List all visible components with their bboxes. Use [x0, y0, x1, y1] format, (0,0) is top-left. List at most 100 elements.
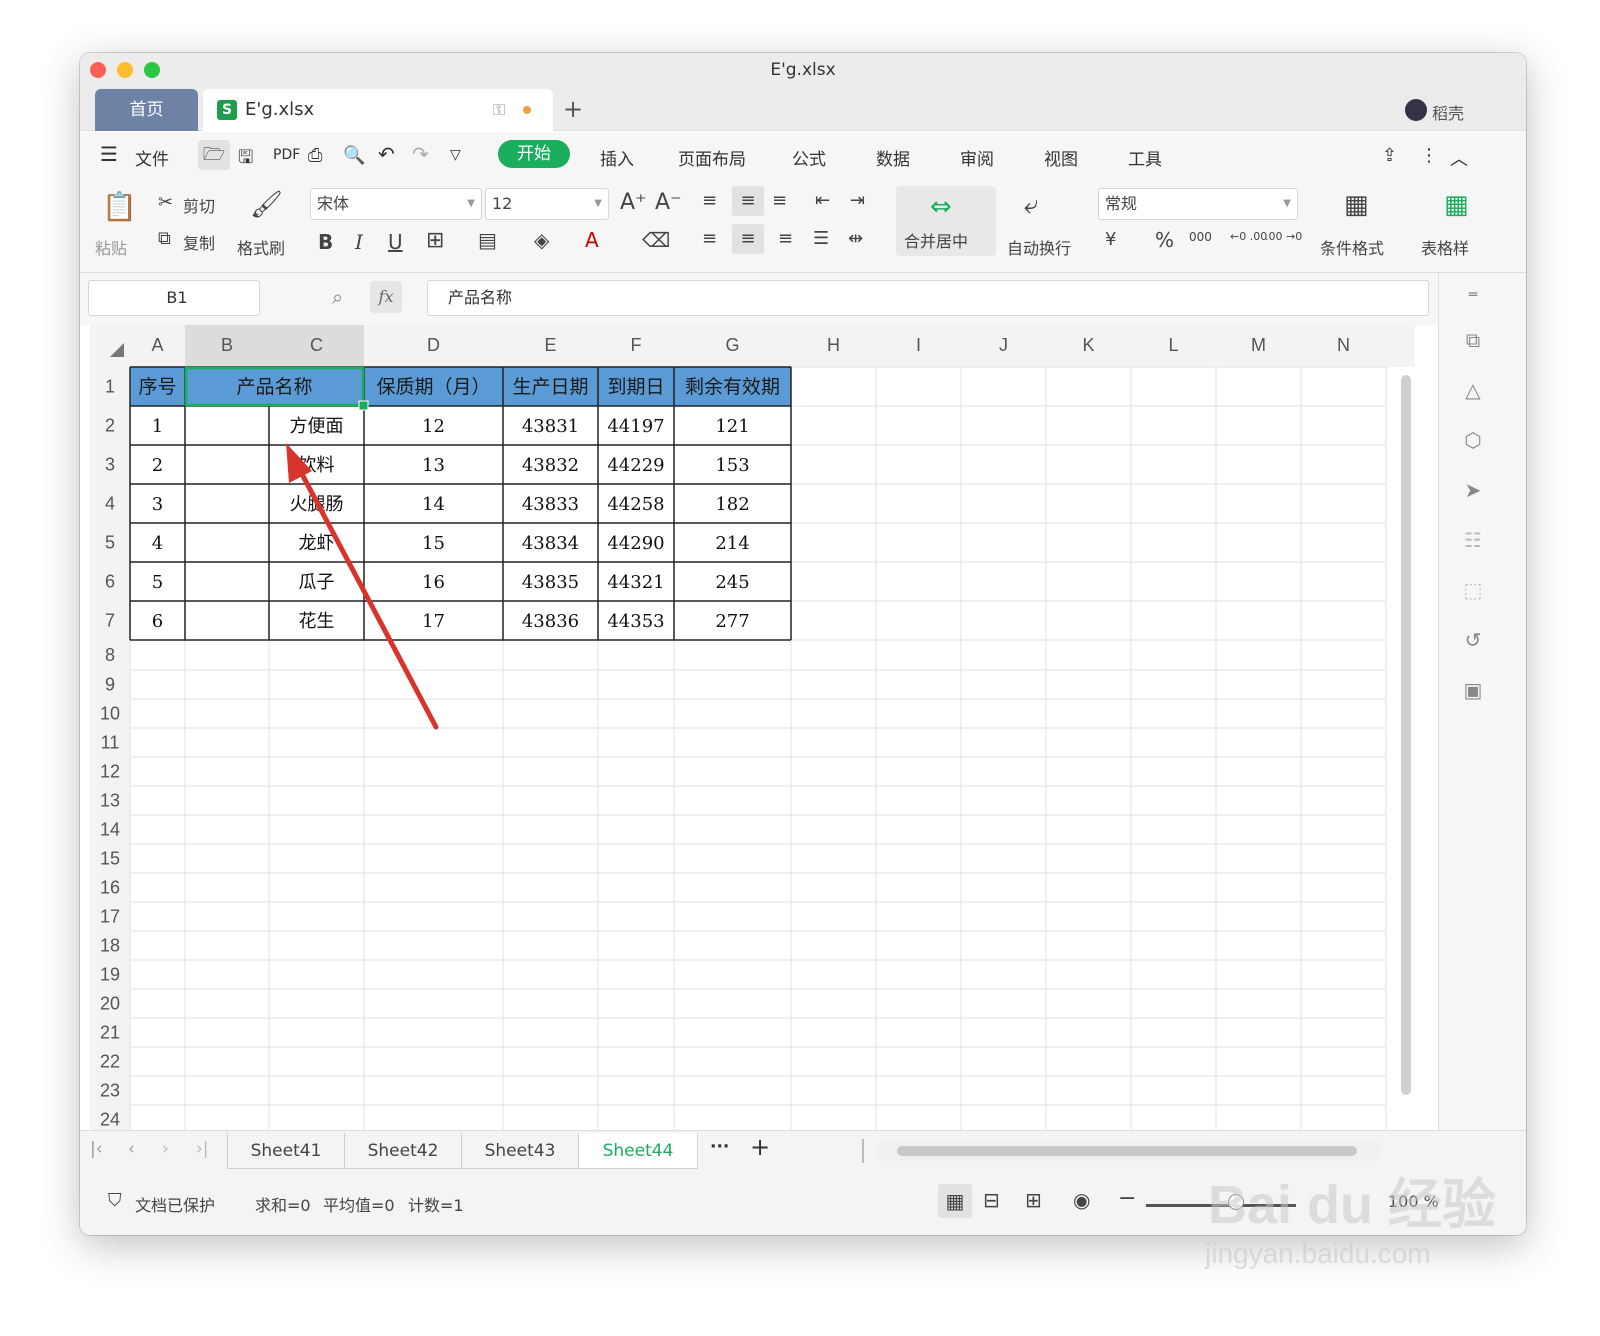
menu-review[interactable]: 审阅: [960, 145, 994, 170]
table-cell[interactable]: 182: [715, 494, 749, 515]
align-top-icon[interactable]: ≡: [702, 190, 717, 211]
prev-sheet-icon[interactable]: ‹: [128, 1139, 135, 1159]
row-header-11[interactable]: 11: [101, 733, 120, 753]
row-header-21[interactable]: 21: [100, 1023, 120, 1043]
menu-tools[interactable]: 工具: [1128, 145, 1162, 170]
table-cell[interactable]: 44353: [607, 611, 664, 632]
number-format-select[interactable]: 常规 ▼: [1098, 188, 1298, 220]
column-header-J[interactable]: J: [999, 335, 1008, 355]
decimal-decrease-button[interactable]: .00 →0: [1265, 230, 1302, 243]
sheet-tab-43[interactable]: Sheet43: [461, 1133, 579, 1169]
table-cell[interactable]: 245: [715, 572, 749, 593]
row-header-7[interactable]: 7: [105, 611, 115, 631]
table-cell[interactable]: 13: [422, 455, 445, 476]
table-cell[interactable]: 277: [715, 611, 749, 632]
table-cell[interactable]: 43834: [522, 533, 579, 554]
font-color-icon[interactable]: A: [585, 228, 599, 252]
table-cell[interactable]: 12: [422, 416, 445, 437]
table-cell[interactable]: 方便面: [290, 416, 344, 437]
table-cell[interactable]: 44229: [607, 455, 664, 476]
row-header-10[interactable]: 10: [100, 704, 120, 724]
font-increase-icon[interactable]: A⁺: [620, 190, 647, 215]
row-header-20[interactable]: 20: [100, 994, 120, 1014]
pdf-icon[interactable]: PDF: [273, 147, 300, 163]
sliders-icon[interactable]: ☷: [1459, 526, 1487, 554]
row-header-18[interactable]: 18: [100, 936, 120, 956]
last-sheet-icon[interactable]: ›|: [196, 1139, 209, 1159]
table-cell[interactable]: 43831: [522, 416, 579, 437]
italic-icon[interactable]: I: [355, 230, 363, 254]
minimize-window-button[interactable]: [117, 62, 133, 78]
cell-style-icon[interactable]: ▤: [478, 228, 497, 252]
fill-handle[interactable]: [358, 400, 369, 411]
row-header-19[interactable]: 19: [100, 965, 120, 985]
column-header-G[interactable]: G: [725, 335, 739, 355]
redo-icon[interactable]: ↷: [412, 142, 429, 166]
eraser-icon[interactable]: ⌫: [642, 228, 670, 252]
row-header-23[interactable]: 23: [100, 1081, 120, 1101]
style-icon[interactable]: △: [1459, 376, 1487, 404]
column-header-A[interactable]: A: [151, 335, 163, 355]
row-header-1[interactable]: 1: [105, 377, 115, 397]
table-cell[interactable]: 44197: [607, 416, 664, 437]
page-layout-icon[interactable]: ⊟: [983, 1188, 1000, 1212]
copy-button[interactable]: 复制: [183, 230, 215, 254]
first-sheet-icon[interactable]: |‹: [90, 1139, 103, 1159]
format-painter-button[interactable]: 格式刷: [237, 235, 285, 259]
row-header-14[interactable]: 14: [100, 820, 120, 840]
table-cell[interactable]: 153: [715, 455, 749, 476]
tab-home[interactable]: 首页: [95, 89, 198, 131]
undo-icon[interactable]: ↶: [378, 142, 395, 166]
avatar[interactable]: [1405, 99, 1427, 121]
table-cell[interactable]: 花生: [299, 611, 335, 632]
font-size-select[interactable]: 12 ▼: [485, 188, 609, 220]
menu-page-layout[interactable]: 页面布局: [678, 145, 746, 170]
table-cell[interactable]: 5: [152, 572, 163, 593]
drag-handle-icon[interactable]: ═: [1459, 281, 1487, 309]
font-decrease-icon[interactable]: A⁻: [655, 190, 682, 215]
conditional-format-icon[interactable]: ▦: [1344, 190, 1369, 220]
decimal-increase-button[interactable]: ←0 .00: [1230, 230, 1267, 243]
copy-icon[interactable]: ⧉: [158, 228, 171, 249]
column-header-D[interactable]: D: [427, 335, 440, 355]
image-icon[interactable]: ▣: [1459, 676, 1487, 704]
table-cell[interactable]: 44290: [607, 533, 664, 554]
print-preview-icon[interactable]: 🔍: [343, 145, 365, 166]
table-cell[interactable]: 44258: [607, 494, 664, 515]
column-header-E[interactable]: E: [544, 335, 556, 355]
row-header-16[interactable]: 16: [100, 878, 120, 898]
row-header-17[interactable]: 17: [100, 907, 120, 927]
function-button[interactable]: fx: [370, 281, 402, 313]
zoom-formula-icon[interactable]: ⌕: [332, 285, 343, 309]
align-left-icon[interactable]: ≡: [702, 228, 717, 249]
menu-view[interactable]: 视图: [1044, 145, 1078, 170]
table-cell[interactable]: 1: [152, 416, 163, 437]
more-sheets-icon[interactable]: ···: [710, 1137, 729, 1157]
hexagon-icon[interactable]: ⬡: [1459, 426, 1487, 454]
percent-button[interactable]: %: [1155, 228, 1174, 252]
row-header-22[interactable]: 22: [100, 1052, 120, 1072]
row-header-6[interactable]: 6: [105, 572, 115, 592]
column-header-F[interactable]: F: [631, 335, 642, 355]
table-cell[interactable]: 2: [152, 455, 163, 476]
column-header-N[interactable]: N: [1337, 335, 1350, 355]
align-center-icon[interactable]: ≡: [732, 224, 764, 254]
bold-icon[interactable]: B: [318, 230, 333, 254]
normal-view-icon[interactable]: ▦: [938, 1184, 972, 1218]
conditional-format-button[interactable]: 条件格式: [1320, 235, 1384, 259]
spreadsheet-grid[interactable]: A B C D E F G H I J K L M N 1 2 3 4 5 6 7 8 9 10 11 12 13 14 15 16 17 1…: [90, 325, 1415, 1180]
cursor-icon[interactable]: ➤: [1459, 476, 1487, 504]
fill-color-icon[interactable]: ◈: [534, 228, 549, 252]
indent-decrease-icon[interactable]: ⇤: [815, 190, 830, 211]
table-cell[interactable]: 43833: [522, 494, 579, 515]
column-header-C[interactable]: C: [310, 335, 323, 355]
zoom-window-button[interactable]: [144, 62, 160, 78]
sheet-tab-41[interactable]: Sheet41: [227, 1133, 345, 1169]
currency-icon[interactable]: ¥: [1105, 229, 1116, 250]
table-cell[interactable]: 4: [152, 533, 163, 554]
menu-data[interactable]: 数据: [876, 145, 910, 170]
merge-center-button[interactable]: ⇔ 合并居中: [896, 186, 996, 256]
table-cell[interactable]: 121: [715, 416, 749, 437]
format-painter-icon[interactable]: 🖌: [250, 190, 283, 220]
print-icon[interactable]: ⎙: [308, 145, 322, 166]
